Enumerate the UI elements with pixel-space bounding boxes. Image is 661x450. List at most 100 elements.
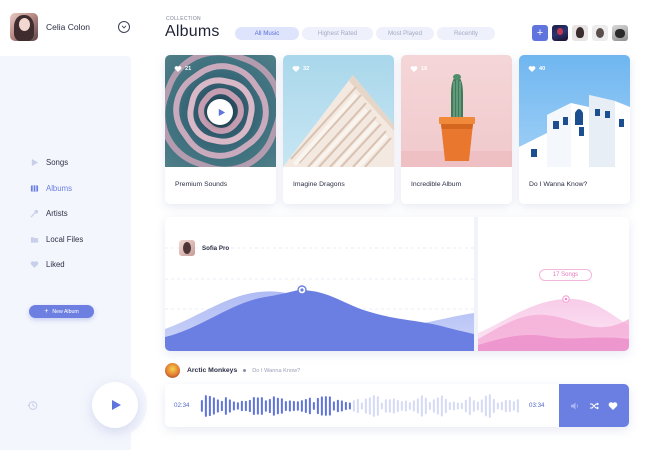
waveform-bar bbox=[416, 398, 419, 414]
songs-count-badge[interactable]: 17 Songs bbox=[539, 269, 592, 281]
heart-icon bbox=[292, 66, 300, 73]
friend-avatar[interactable] bbox=[552, 25, 568, 41]
listening-wave-chart bbox=[165, 247, 629, 351]
album-cover[interactable]: 21 bbox=[165, 55, 276, 167]
friend-avatar[interactable] bbox=[572, 25, 588, 41]
waveform-bar bbox=[272, 396, 275, 416]
waveform-bar bbox=[384, 399, 387, 413]
waveform-bar bbox=[228, 399, 231, 413]
waveform-bar bbox=[360, 402, 363, 410]
waveform-bar bbox=[484, 395, 487, 417]
album-cover[interactable]: 40 bbox=[519, 55, 630, 167]
like-count: 16 bbox=[410, 65, 427, 73]
sidebar-item-artists[interactable]: Artists bbox=[30, 201, 130, 227]
sidebar-item-label: Songs bbox=[46, 158, 69, 168]
album-card[interactable]: 40 Do I Wanna Know? bbox=[519, 55, 630, 204]
waveform-bar bbox=[320, 396, 323, 416]
user-menu-button[interactable] bbox=[118, 21, 130, 33]
wave-front bbox=[165, 289, 474, 351]
sidebar-item-liked[interactable]: Liked bbox=[30, 252, 130, 278]
waveform-bar bbox=[368, 397, 371, 415]
player-controls bbox=[559, 384, 629, 427]
waveform-bar bbox=[404, 400, 407, 412]
heart-icon bbox=[410, 66, 418, 73]
waveform-bar bbox=[248, 399, 251, 413]
like-count: 21 bbox=[174, 65, 191, 73]
waveform-bar bbox=[448, 401, 451, 411]
tab-recently[interactable]: Recently bbox=[437, 27, 495, 40]
sidebar-nav: Songs Albums Artists Local Files Liked bbox=[30, 150, 130, 278]
listener-tag[interactable]: Sofia Pro bbox=[179, 240, 229, 256]
waveform-bar bbox=[280, 398, 283, 414]
add-friend-button[interactable]: + bbox=[532, 25, 548, 41]
avatar[interactable] bbox=[179, 240, 195, 256]
waveform-bar bbox=[356, 398, 359, 414]
sidebar-item-label: Local Files bbox=[46, 234, 84, 244]
friend-avatar[interactable] bbox=[612, 25, 628, 41]
album-grid: 21 Premium Sounds 32 Imagine Dragons 16 … bbox=[165, 55, 630, 204]
history-icon[interactable] bbox=[27, 400, 38, 411]
albums-icon bbox=[30, 184, 39, 193]
album-card[interactable]: 16 Incredible Album bbox=[401, 55, 512, 204]
waveform-bar bbox=[488, 394, 491, 418]
like-count-value: 40 bbox=[539, 66, 546, 72]
album-title: Do I Wanna Know? bbox=[529, 181, 588, 188]
user-profile[interactable]: Celia Colon bbox=[10, 13, 132, 41]
artist-name[interactable]: Arctic Monkeys bbox=[187, 367, 237, 374]
waveform-bar bbox=[252, 396, 255, 416]
waveform-bar bbox=[256, 397, 259, 415]
sidebar-item-albums[interactable]: Albums bbox=[30, 176, 130, 202]
waveform-bar bbox=[516, 399, 519, 413]
main-play-button[interactable] bbox=[83, 373, 147, 437]
heart-icon bbox=[608, 401, 618, 410]
like-count-value: 32 bbox=[303, 66, 310, 72]
album-title: Incredible Album bbox=[411, 181, 462, 188]
new-album-button[interactable]: + New Album bbox=[29, 305, 94, 318]
like-count-value: 21 bbox=[185, 66, 192, 72]
avatar[interactable] bbox=[10, 13, 38, 41]
time-elapsed: 02:34 bbox=[174, 402, 190, 409]
tab-highest-rated[interactable]: Highest Rated bbox=[302, 27, 373, 40]
waveform-seekbar[interactable] bbox=[200, 393, 520, 419]
waveform-bar bbox=[308, 397, 311, 415]
waveform-bar bbox=[284, 401, 287, 411]
shuffle-button[interactable] bbox=[589, 400, 600, 411]
waveform-bar bbox=[204, 395, 207, 417]
artist-avatar[interactable] bbox=[165, 363, 180, 378]
tab-all-music[interactable]: All Music bbox=[235, 27, 299, 40]
friend-avatar[interactable] bbox=[592, 25, 608, 41]
album-cover[interactable]: 32 bbox=[283, 55, 394, 167]
sidebar-item-songs[interactable]: Songs bbox=[30, 150, 130, 176]
tab-most-played[interactable]: Most Played bbox=[376, 27, 434, 40]
waveform-bar bbox=[344, 401, 347, 411]
waveform-bar bbox=[468, 396, 471, 416]
waveform-bar bbox=[208, 395, 211, 417]
play-button-inner[interactable] bbox=[92, 382, 138, 428]
waveform-bar bbox=[380, 402, 383, 410]
separator-dot bbox=[243, 369, 247, 372]
waveform-bar bbox=[348, 402, 351, 410]
like-button[interactable] bbox=[607, 400, 618, 411]
waveform-bar bbox=[292, 400, 295, 412]
waveform-bar bbox=[336, 399, 339, 413]
waveform-bar bbox=[372, 395, 375, 417]
waveform-bar bbox=[200, 400, 203, 412]
song-title: Do I Wanna Know? bbox=[252, 367, 301, 374]
waveform-bar bbox=[264, 400, 267, 412]
album-cover[interactable]: 16 bbox=[401, 55, 512, 167]
waveform-bar bbox=[296, 401, 299, 411]
waveform-bar bbox=[444, 398, 447, 414]
album-card[interactable]: 32 Imagine Dragons bbox=[283, 55, 394, 204]
waveform-bar bbox=[424, 397, 427, 415]
time-total: 03:34 bbox=[529, 402, 545, 409]
album-play-button[interactable] bbox=[207, 99, 233, 125]
listening-stats-card: Sofia Pro 17 Songs bbox=[165, 217, 629, 351]
sidebar-item-local-files[interactable]: Local Files bbox=[30, 227, 130, 253]
waveform-bar bbox=[496, 402, 499, 410]
like-count: 32 bbox=[292, 65, 309, 73]
volume-button[interactable] bbox=[570, 400, 581, 411]
waveform-bar bbox=[504, 399, 507, 413]
waveform-bar bbox=[412, 400, 415, 412]
waveform-bar bbox=[240, 400, 243, 412]
album-card[interactable]: 21 Premium Sounds bbox=[165, 55, 276, 204]
